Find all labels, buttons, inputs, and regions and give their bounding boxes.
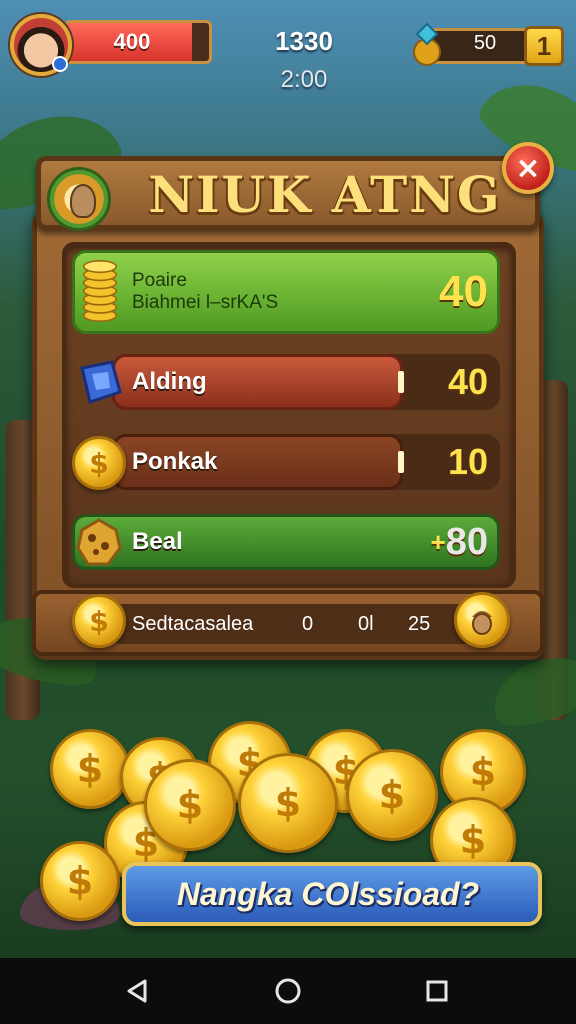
title-plank: NIUK ATNG (36, 156, 540, 231)
row-label: Ponkak (132, 448, 218, 475)
footer-coin-icon: $ (72, 594, 126, 648)
collect-banner-text: Nangka COlssioad? (176, 875, 480, 912)
list-item[interactable]: $ Ponkak 10 (72, 434, 502, 502)
avatar-badge-icon (52, 56, 68, 72)
progress-marker (398, 371, 404, 393)
score-value: 1330 (275, 26, 333, 56)
gem-bag-icon (413, 22, 441, 66)
close-button[interactable]: × (502, 142, 554, 194)
level-badge[interactable]: 1 (524, 26, 564, 66)
home-circle-icon (275, 978, 301, 1004)
coin-icon: $ (40, 841, 120, 921)
cookie-icon (76, 518, 122, 566)
coin-icon: $ (238, 753, 338, 853)
footer-number: 0 (302, 612, 314, 635)
blue-gem-icon (80, 360, 122, 404)
acorn-coin-button[interactable] (454, 592, 510, 648)
top-hud: 400 1330 2:00 50 1 (0, 8, 576, 93)
recents-button[interactable] (420, 974, 454, 1008)
dollar-coin-icon: $ (72, 436, 126, 490)
list-item[interactable]: Poaire Biahmei l–srKA'S 40 (72, 250, 502, 334)
row-value-number: 40 (447, 361, 488, 402)
board-title: NIUK ATNG (148, 165, 502, 224)
row-value: +80 (431, 514, 488, 570)
health-bar: 400 (64, 20, 212, 64)
row-label-line2: Biahmei l–srKA'S (132, 292, 279, 313)
recents-square-icon (426, 980, 448, 1002)
row-label: Poaire Biahmei l–srKA'S (132, 250, 278, 334)
row-value-number: 80 (445, 520, 488, 563)
footer-number: 25 (408, 612, 431, 635)
row-value: 40 (448, 354, 488, 410)
back-button[interactable] (120, 974, 154, 1008)
home-button[interactable] (271, 974, 305, 1008)
list-item[interactable]: Alding 40 (72, 354, 502, 422)
row-label-line1: Poaire (132, 270, 187, 291)
acorn-icon (472, 611, 492, 635)
coin-icon: $ (346, 749, 438, 841)
coin-stack-icon (82, 260, 118, 322)
footer-number: 0l (358, 612, 374, 635)
row-value-prefix: + (430, 526, 446, 557)
reward-board: NIUK ATNG × Poaire Biahmei l–srKA'S 40 A… (32, 142, 554, 662)
timer-value: 2:00 (280, 66, 328, 93)
coin-icon: $ (50, 729, 130, 809)
acorn-emblem-icon (47, 167, 111, 231)
row-value: 10 (447, 441, 488, 482)
row-value: 40 (439, 267, 488, 316)
back-triangle-icon (127, 979, 147, 1003)
row-label: Alding (132, 368, 207, 395)
gem-count: 50 (473, 32, 497, 54)
health-value: 400 (113, 29, 151, 54)
coin-icon: $ (144, 759, 236, 851)
footer-label: Sedtacasalea (132, 612, 254, 635)
progress-marker (398, 451, 404, 473)
list-item[interactable]: Beal +80 (72, 514, 502, 582)
row-label: Beal (132, 528, 183, 555)
